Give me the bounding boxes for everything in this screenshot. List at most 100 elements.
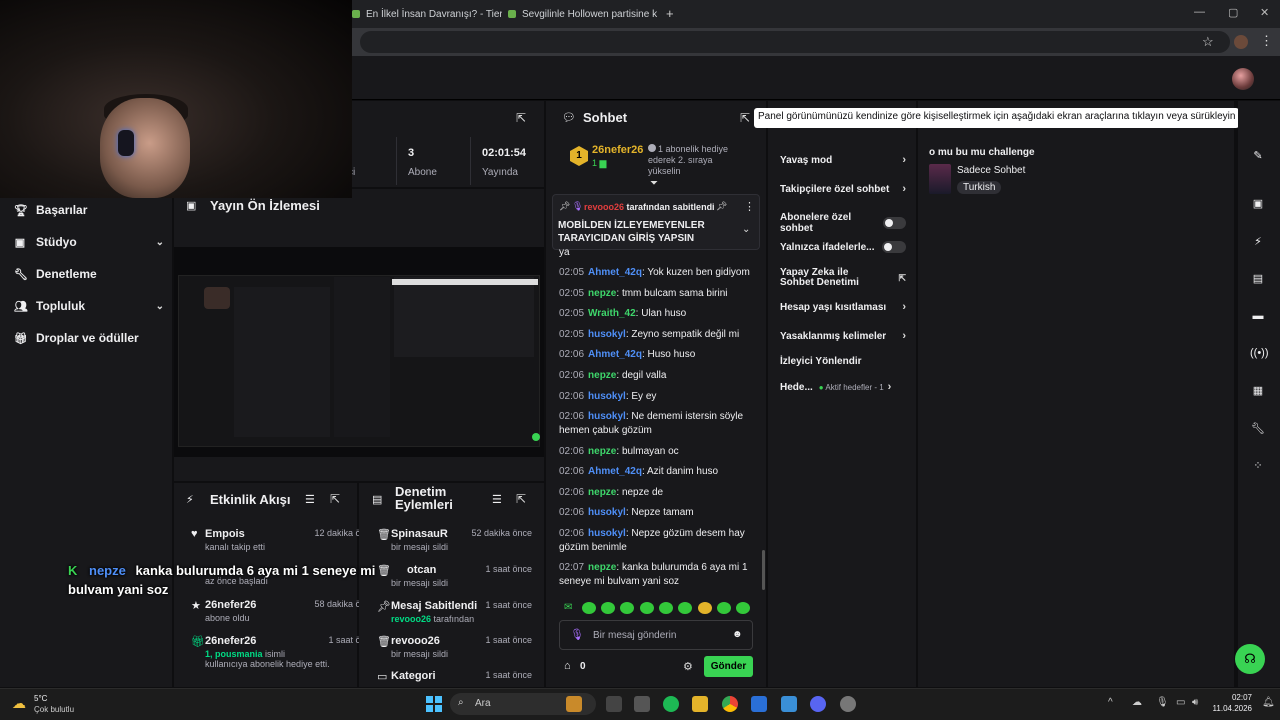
mod-setting-item[interactable]: Hesap yaşı kısıtlaması › xyxy=(780,301,906,313)
settings-gear-icon[interactable]: ⚙ xyxy=(683,660,693,673)
chat-username[interactable]: husokyl xyxy=(588,391,626,402)
app-icon[interactable] xyxy=(781,696,797,712)
new-tab-button[interactable]: + xyxy=(666,6,674,21)
chat-username[interactable]: husokyl xyxy=(588,329,626,340)
notification-bell-icon[interactable]: 🔔︎ xyxy=(1262,697,1275,708)
browser-menu-icon[interactable]: ⋮ xyxy=(1260,33,1273,49)
sidebar-item-drops[interactable]: 🎁︎ Droplar ve ödüller xyxy=(14,331,164,345)
chevron-down-icon[interactable]: ⌄ xyxy=(742,224,750,235)
sidebar-item-achievements[interactable]: 🏆︎ Başarılar xyxy=(14,203,164,217)
emote-icon[interactable] xyxy=(640,602,654,614)
clock-time[interactable]: 02:07 xyxy=(1212,693,1252,702)
unpin-icon[interactable]: 📌︎ xyxy=(716,201,727,212)
discord-icon[interactable] xyxy=(810,696,826,712)
support-headset-icon[interactable]: ☊ xyxy=(1235,644,1265,674)
filter-icon[interactable]: ☰ xyxy=(305,493,315,506)
spotify-icon[interactable] xyxy=(663,696,679,712)
mod-setting-item[interactable]: Yavaş mod › xyxy=(780,154,906,166)
onedrive-icon[interactable]: ☁ xyxy=(1132,697,1142,708)
popout-icon[interactable]: ⇱ xyxy=(516,492,526,506)
mod-setting-item[interactable]: Abonelere özel sohbet xyxy=(780,212,906,234)
chevron-up-icon[interactable]: ^ xyxy=(1108,697,1113,708)
chat-username[interactable]: Ahmet_42q xyxy=(588,466,642,477)
browser-tab[interactable]: Sevgilinle Hollowen partisine k ✕ xyxy=(508,4,658,24)
chrome-icon[interactable] xyxy=(722,696,738,712)
clock-date[interactable]: 11.04.2026 xyxy=(1204,704,1252,713)
emote-icon[interactable] xyxy=(736,602,750,614)
chat-username[interactable]: husokyl xyxy=(588,507,626,518)
mod-setting-item[interactable]: İzleyici Yönlendir xyxy=(780,356,906,367)
volume-icon[interactable]: 🔊︎ xyxy=(1192,697,1198,708)
maximize-button[interactable]: ▢ xyxy=(1228,6,1238,19)
mod-setting-item[interactable]: Hede... ● Aktif hedefler - 1 › xyxy=(780,381,906,393)
mic-icon[interactable]: 🎙︎ xyxy=(570,628,584,641)
close-window-button[interactable]: ✕ xyxy=(1260,6,1269,19)
sidebar-item-moderation[interactable]: 🔧︎ Denetleme xyxy=(14,267,164,281)
mail-emote-icon[interactable]: ✉ xyxy=(564,602,572,613)
file-explorer-icon[interactable] xyxy=(692,696,708,712)
obs-icon[interactable] xyxy=(840,696,856,712)
broadcast-icon[interactable]: ((•)) xyxy=(1250,347,1269,359)
chat-username[interactable]: nepze xyxy=(588,562,616,573)
collapse-icon[interactable]: ⏷ xyxy=(650,178,658,189)
sidebar-item-studio[interactable]: ▣ Stüdyo ⌄ xyxy=(14,235,164,249)
chat-username[interactable]: Ahmet_42q xyxy=(588,349,642,360)
windows-start-icon[interactable] xyxy=(426,696,442,712)
layout-icon[interactable]: ▦ xyxy=(1250,384,1266,397)
chat-username[interactable]: nepze xyxy=(588,370,616,381)
mod-setting-item[interactable]: Yapay Zeka ile Sohbet Denetimi ⇱ xyxy=(780,268,906,288)
stream-preview-video[interactable] xyxy=(174,247,544,457)
mod-setting-item[interactable]: Yalnızca ifadelerle... xyxy=(780,241,906,253)
task-view-icon[interactable] xyxy=(606,696,622,712)
emote-icon[interactable] xyxy=(659,602,673,614)
stream-tag[interactable]: Turkish xyxy=(957,181,1002,194)
clip-icon[interactable]: ▣ xyxy=(1250,197,1266,210)
chat-icon[interactable]: ▬ xyxy=(1250,310,1266,322)
chat-username[interactable]: Ahmet_42q xyxy=(588,267,642,278)
stream-category[interactable]: Sadece Sohbet xyxy=(957,165,1025,176)
toggle-switch[interactable] xyxy=(882,241,906,253)
chat-username[interactable]: husokyl xyxy=(588,528,626,539)
emote-icon[interactable] xyxy=(582,602,596,614)
mail-icon[interactable] xyxy=(751,696,767,712)
network-icon[interactable]: ▭ xyxy=(1176,697,1185,708)
emote-icon[interactable] xyxy=(620,602,634,614)
top-gifter-name[interactable]: 26nefer26 xyxy=(592,144,643,156)
emote-icon[interactable] xyxy=(678,602,692,614)
emote-icon[interactable] xyxy=(601,602,615,614)
popout-icon[interactable]: ⇱ xyxy=(516,111,526,125)
document-icon[interactable]: ▤ xyxy=(1250,272,1266,285)
more-icon[interactable]: ⋮ xyxy=(744,200,755,213)
chat-username[interactable]: husokyl xyxy=(588,411,626,422)
send-button[interactable]: Gönder xyxy=(704,656,753,677)
edit-icon[interactable]: ✎ xyxy=(1250,149,1266,162)
mod-setting-item[interactable]: Yasaklanmış kelimeler › xyxy=(780,330,906,342)
store-icon[interactable] xyxy=(634,696,650,712)
address-input[interactable] xyxy=(360,31,1230,53)
extensions-icon[interactable]: ⁘ xyxy=(1250,459,1266,472)
popout-icon[interactable]: ⇱ xyxy=(330,492,340,506)
sidebar-item-community[interactable]: 👥︎ Topluluk ⌄ xyxy=(14,299,164,313)
category-box-art[interactable] xyxy=(929,164,951,194)
bookmark-star-icon[interactable]: ☆ xyxy=(1202,34,1214,50)
popout-icon[interactable]: ⇱ xyxy=(740,111,750,125)
minimize-button[interactable]: — xyxy=(1194,6,1205,18)
chat-username[interactable]: nepze xyxy=(588,446,616,457)
profile-avatar[interactable] xyxy=(1234,35,1248,49)
lightning-icon[interactable]: ⚡︎ xyxy=(1250,235,1266,248)
emote-icon[interactable] xyxy=(717,602,731,614)
chat-scrollbar[interactable] xyxy=(762,550,765,590)
wrench-icon[interactable]: 🔧︎ xyxy=(1250,422,1266,435)
toggle-switch[interactable] xyxy=(882,217,906,229)
weather-icon[interactable]: ☁ xyxy=(12,695,26,712)
emote-icon[interactable] xyxy=(698,602,712,614)
chat-username[interactable]: nepze xyxy=(588,288,616,299)
user-avatar[interactable] xyxy=(1232,68,1254,90)
chat-username[interactable]: Wraith_42 xyxy=(588,308,636,319)
search-highlight-icon[interactable] xyxy=(566,696,582,712)
chat-username[interactable]: nepze xyxy=(588,487,616,498)
browser-tab[interactable]: En İlkel İnsan Davranışı? - Tier L ✕ xyxy=(352,4,502,24)
mic-icon[interactable]: 🎙︎ xyxy=(1156,697,1169,708)
store-icon[interactable]: ⌂ xyxy=(564,660,571,672)
emoji-icon[interactable]: ☻ xyxy=(732,629,743,640)
